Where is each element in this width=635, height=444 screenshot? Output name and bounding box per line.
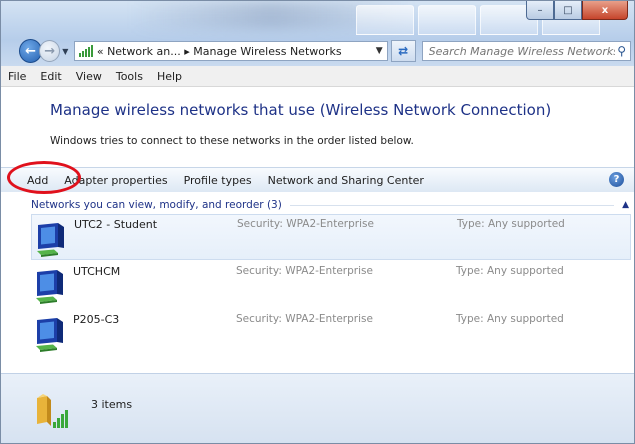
address-bar[interactable]: « Network an... ▸ Manage Wireless Networ…: [73, 41, 388, 61]
forward-arrow-icon: →: [44, 43, 56, 59]
group-title: Networks you can view, modify, and reord…: [31, 199, 282, 211]
back-arrow-icon: ←: [25, 43, 36, 59]
minimize-button[interactable]: –: [526, 1, 554, 20]
breadcrumb-overflow[interactable]: «: [97, 45, 104, 58]
group-divider: [289, 204, 615, 206]
collapse-caret-icon[interactable]: ▲: [622, 200, 629, 210]
menu-view[interactable]: View: [69, 70, 109, 83]
ghost-tab: [356, 5, 414, 35]
profile-types-button[interactable]: Profile types: [176, 174, 260, 187]
caption-buttons: – □ x: [526, 1, 628, 20]
network-type: Type: Any supported: [457, 218, 565, 230]
breadcrumb-separator[interactable]: ▸: [184, 45, 190, 58]
network-type: Type: Any supported: [456, 313, 564, 325]
maximize-button[interactable]: □: [554, 1, 582, 20]
page-description: Windows tries to connect to these networ…: [50, 135, 414, 147]
command-bar: Add Adapter properties Profile types Net…: [1, 167, 634, 193]
network-security: Security: WPA2-Enterprise: [236, 265, 373, 277]
add-button[interactable]: Add: [1, 174, 56, 187]
ghost-tab: [418, 5, 476, 35]
close-button[interactable]: x: [582, 1, 628, 20]
network-type: Type: Any supported: [456, 265, 564, 277]
network-sharing-center-button[interactable]: Network and Sharing Center: [260, 174, 432, 187]
group-header[interactable]: Networks you can view, modify, and reord…: [31, 198, 631, 212]
breadcrumb-network[interactable]: Network an...: [107, 45, 181, 58]
explorer-window: – □ x ← → ▼ « Network an... ▸ Manage Wir…: [0, 0, 635, 444]
network-signal-icon: [78, 45, 93, 57]
menu-edit[interactable]: Edit: [33, 70, 68, 83]
recent-pages-dropdown[interactable]: ▼: [62, 47, 72, 56]
network-name: P205-C3: [73, 313, 120, 326]
network-list: Networks you can view, modify, and reord…: [1, 192, 634, 373]
menu-help[interactable]: Help: [150, 70, 189, 83]
help-icon[interactable]: ?: [609, 172, 624, 187]
menu-file[interactable]: File: [1, 70, 33, 83]
wireless-folder-icon: [37, 394, 68, 428]
refresh-button[interactable]: ⇄: [390, 40, 416, 62]
adapter-properties-button[interactable]: Adapter properties: [56, 174, 175, 187]
navigation-row: ← → ▼ « Network an... ▸ Manage Wireless …: [19, 38, 631, 64]
address-dropdown-icon[interactable]: ▼: [376, 46, 383, 56]
item-count: 3 items: [91, 398, 133, 411]
forward-button[interactable]: →: [39, 40, 61, 62]
network-row[interactable]: P205-C3 Security: WPA2-Enterprise Type: …: [31, 310, 631, 356]
network-security: Security: WPA2-Enterprise: [237, 218, 374, 230]
network-row[interactable]: UTCHCM Security: WPA2-Enterprise Type: A…: [31, 262, 631, 308]
menu-tools[interactable]: Tools: [109, 70, 150, 83]
network-name: UTCHCM: [73, 265, 121, 278]
page-title: Manage wireless networks that use (Wirel…: [50, 101, 552, 119]
search-input[interactable]: [426, 43, 618, 59]
wireless-network-icon: [37, 223, 64, 257]
search-box[interactable]: ⚲: [421, 41, 631, 61]
page-header: Manage wireless networks that use (Wirel…: [1, 87, 634, 167]
breadcrumb: « Network an... ▸ Manage Wireless Networ…: [97, 45, 372, 58]
refresh-icon: ⇄: [398, 44, 409, 58]
network-name: UTC2 - Student: [74, 218, 158, 231]
wireless-network-icon: [36, 270, 63, 304]
search-icon[interactable]: ⚲: [617, 44, 626, 58]
network-security: Security: WPA2-Enterprise: [236, 313, 373, 325]
title-bar: – □ x ← → ▼ « Network an... ▸ Manage Wir…: [1, 1, 634, 66]
wireless-network-icon: [36, 318, 63, 352]
breadcrumb-current[interactable]: Manage Wireless Networks: [193, 45, 341, 58]
menu-bar: File Edit View Tools Help: [1, 66, 634, 87]
network-row[interactable]: UTC2 - Student Security: WPA2-Enterprise…: [31, 214, 631, 260]
status-bar: 3 items: [1, 373, 634, 443]
